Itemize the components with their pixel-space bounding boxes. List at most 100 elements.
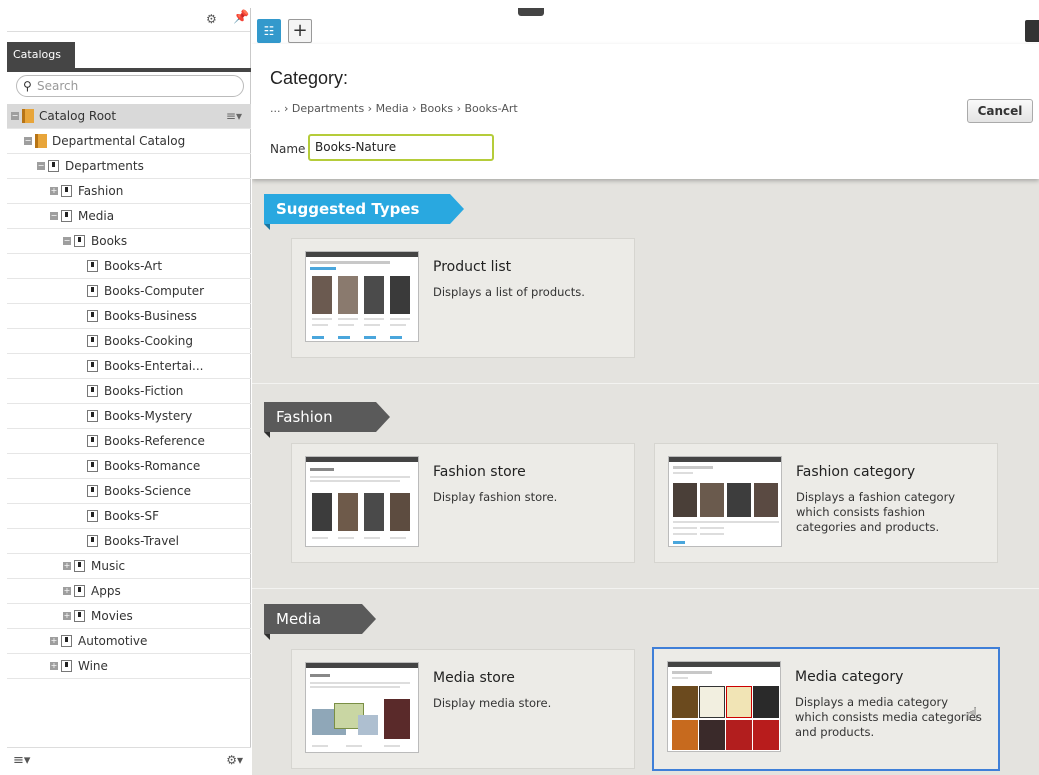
category-node-icon [87,535,98,547]
section-title: Suggested Types [276,200,420,218]
category-node-icon [61,660,72,672]
search-placeholder: Search [37,79,79,93]
cancel-button[interactable]: Cancel [967,99,1033,123]
tree-item[interactable]: + Apps [7,579,251,604]
tree-item-label: Wine [78,659,108,673]
tree-item-label: Books-Entertai... [104,359,204,373]
tree-item-label: Departmental Catalog [52,134,186,148]
category-node-icon [87,285,98,297]
name-field[interactable]: Books-Nature [308,134,494,161]
tree-item[interactable]: Books-Business [7,304,251,329]
section-media: Media [264,604,376,640]
tree-item[interactable]: + Music [7,554,251,579]
tree-item[interactable]: Books-Mystery [7,404,251,429]
tree-item[interactable]: − Departmental Catalog [7,129,251,154]
category-node-icon [74,235,85,247]
tree-item-label: Books [91,234,128,248]
tree-item[interactable]: Books-Romance [7,454,251,479]
category-node-icon [87,260,98,272]
tree-item[interactable]: Books-Fiction [7,379,251,404]
expand-icon[interactable]: + [50,637,58,645]
tree-item-label: Books-Fiction [104,384,184,398]
collapse-icon[interactable]: − [50,212,58,220]
menu-icon[interactable]: ≡▾ [13,753,30,768]
category-node-icon [87,435,98,447]
category-header: Category: ... › Departments › Media › Bo… [252,44,1039,179]
collapse-icon[interactable]: − [37,162,45,170]
settings-gear-icon[interactable]: ⚙▾ [226,753,243,767]
search-input[interactable]: ⚲ Search [16,75,244,97]
tree-item[interactable]: − Books [7,229,251,254]
tree-item[interactable]: Books-Reference [7,429,251,454]
fashion-store-thumbnail [305,456,419,547]
main-toolbar: ☷ + [252,8,1039,44]
sidebar-footer: ≡▾ ⚙▾ [7,747,251,775]
page-title: Category: [270,68,349,88]
tree-item[interactable]: − Media [7,204,251,229]
category-node-icon [87,385,98,397]
tree-item-label: Books-Mystery [104,409,193,423]
tree-item[interactable]: Books-Travel [7,529,251,554]
tree-item-label: Automotive [78,634,148,648]
tree-item-label: Movies [91,609,133,623]
category-node-icon [87,510,98,522]
expand-icon[interactable]: + [63,612,71,620]
catalog-book-icon [35,134,47,148]
tab-catalogs[interactable]: Catalogs [7,42,75,68]
tree-item[interactable]: Books-SF [7,504,251,529]
card-title: Product list [433,259,512,275]
category-node-icon [87,410,98,422]
tree-item[interactable]: + Automotive [7,629,251,654]
tree-item-label: Apps [91,584,121,598]
tree-item[interactable]: Books-Entertai... [7,354,251,379]
card-title: Media category [795,669,904,685]
category-node-icon [74,585,85,597]
tree-item[interactable]: − Catalog Root ≡▾ [7,104,251,129]
category-node-icon [87,485,98,497]
sidebar-toolbar: ⚙ 📌 [7,8,250,32]
category-node-icon [61,185,72,197]
product-list-thumbnail [305,251,419,342]
pin-icon[interactable]: 📌 [233,10,249,25]
category-node-icon [61,210,72,222]
main-panel: ☷ + Category: ... › Departments › Media … [252,8,1039,775]
tree-item[interactable]: Books-Art [7,254,251,279]
add-button[interactable]: + [288,19,312,43]
collapse-icon[interactable]: − [11,112,19,120]
card-description: Displays a list of products. [433,285,585,299]
expand-icon[interactable]: + [63,587,71,595]
category-node-icon [48,160,59,172]
tree-item-label: Media [78,209,115,223]
tree-item[interactable]: + Movies [7,604,251,629]
expand-icon[interactable]: + [50,662,58,670]
tree-item[interactable]: Books-Computer [7,279,251,304]
divider [252,588,1039,589]
type-card-fashion-category[interactable]: Fashion category Displays a fashion cate… [654,443,998,563]
collapse-icon[interactable]: − [24,137,32,145]
type-card-product-list[interactable]: Product list Displays a list of products… [291,238,635,358]
collapse-handle[interactable] [518,8,544,16]
tree-item[interactable]: − Departments [7,154,251,179]
expand-icon[interactable]: + [50,187,58,195]
card-title: Fashion store [433,464,526,480]
tree-toggle-button[interactable]: ☷ [257,19,281,43]
collapse-icon[interactable]: − [63,237,71,245]
type-card-fashion-store[interactable]: Fashion store Display fashion store. [291,443,635,563]
tree-item-label: Books-Reference [104,434,205,448]
type-card-media-store[interactable]: Media store Display media store. [291,649,635,769]
expand-icon[interactable]: + [63,562,71,570]
tree-item[interactable]: + Wine [7,654,251,679]
breadcrumb[interactable]: ... › Departments › Media › Books › Book… [270,102,518,115]
type-card-media-category[interactable]: Media category Displays a media category… [652,647,1000,771]
gear-icon[interactable]: ⚙ [206,12,217,26]
tree-item[interactable]: + Fashion [7,179,251,204]
tree-item[interactable]: Books-Science [7,479,251,504]
category-node-icon [87,310,98,322]
tree-item[interactable]: Books-Cooking [7,329,251,354]
card-description: Displays a fashion category which consis… [796,490,956,534]
panel-toggle-button[interactable] [1025,20,1039,42]
row-menu-icon[interactable]: ≡▾ [226,104,242,128]
category-node-icon [61,635,72,647]
tree-item-label: Books-Business [104,309,197,323]
section-suggested-types: Suggested Types [264,194,464,230]
